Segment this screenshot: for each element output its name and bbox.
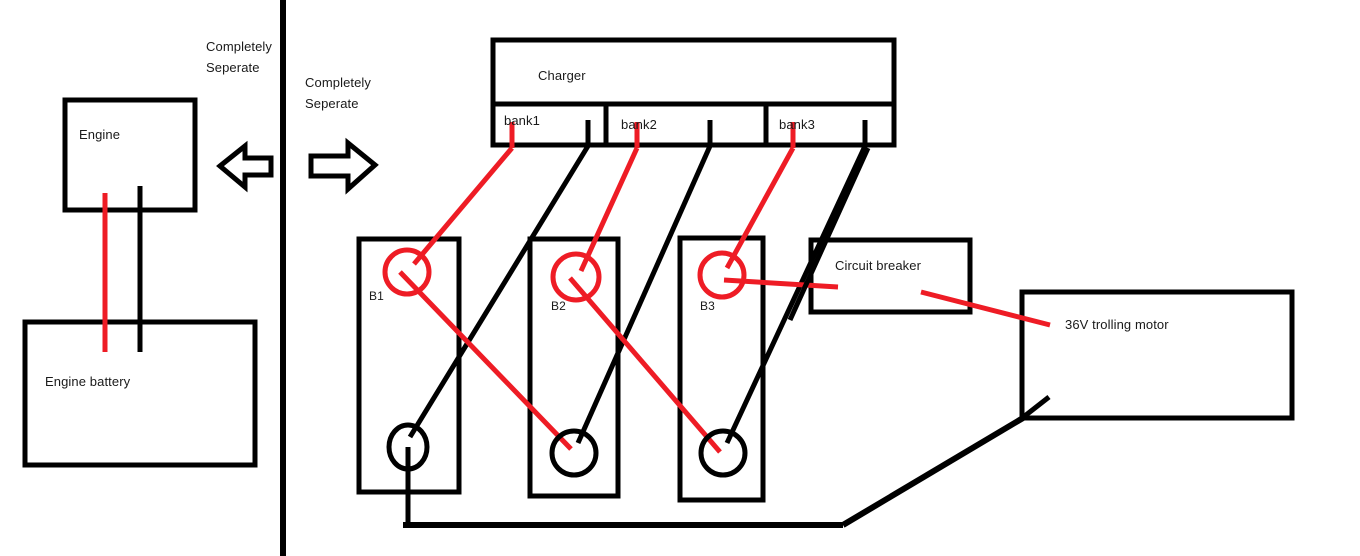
battery-b2-label: B2 xyxy=(551,299,566,313)
battery-b1-label: B1 xyxy=(369,289,384,303)
wiring-diagram-canvas xyxy=(0,0,1360,556)
bank3-label: bank3 xyxy=(779,117,815,132)
bank1-label: bank1 xyxy=(504,113,540,128)
charger-label: Charger xyxy=(538,68,586,83)
note-right-completely-seperate: Completely Seperate xyxy=(305,75,372,111)
engine-battery-label: Engine battery xyxy=(45,374,131,389)
battery-b3-label: B3 xyxy=(700,299,715,313)
note-left-completely-seperate: Completely Seperate xyxy=(206,39,273,75)
engine-label: Engine xyxy=(79,127,121,142)
circuit-breaker-label: Circuit breaker xyxy=(835,258,922,273)
trolling-motor-label: 36V trolling motor xyxy=(1065,317,1169,332)
bank2-label: bank2 xyxy=(621,117,657,132)
